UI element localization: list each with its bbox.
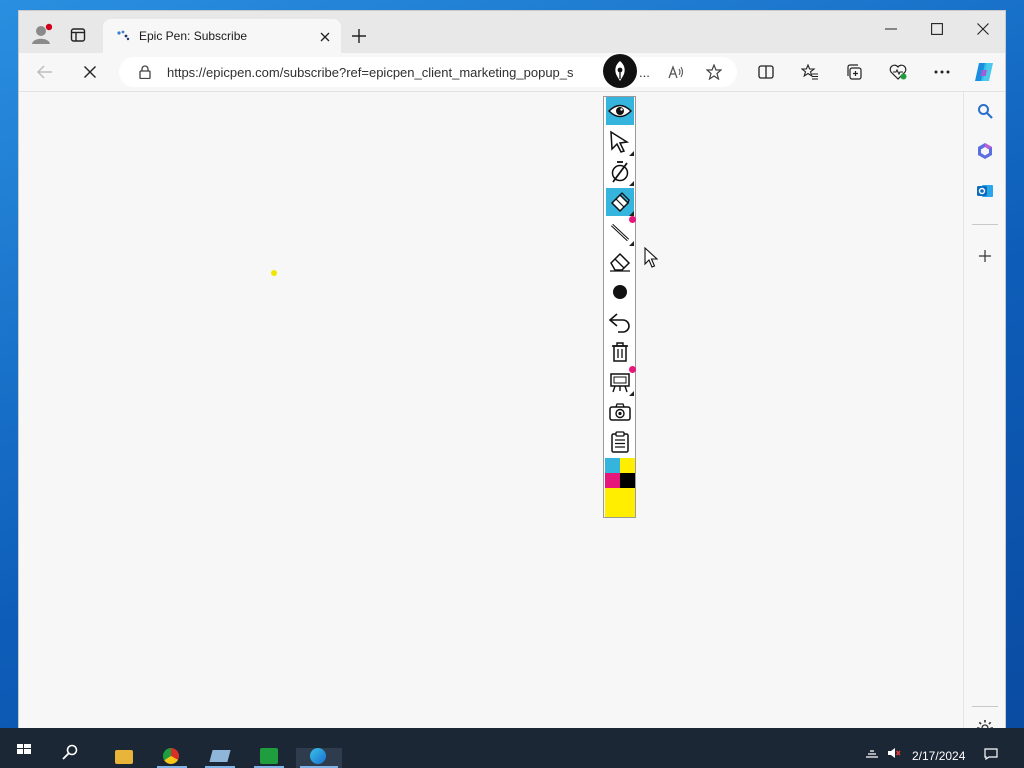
taskbar-date: 2/17/2024 — [912, 749, 966, 763]
page-content-area[interactable] — [19, 92, 963, 746]
microsoft-365-icon[interactable] — [974, 140, 996, 162]
current-color-swatch[interactable] — [605, 488, 635, 517]
epic-pen-logo-icon[interactable] — [603, 54, 637, 88]
title-bar: Epic Pen: Subscribe — [19, 11, 1005, 53]
favorite-star-icon[interactable] — [703, 62, 725, 82]
url-text: https://epicpen.com/subscribe?ref=epicpe… — [167, 65, 574, 80]
epic-pen-dots-icon — [115, 29, 131, 43]
collections-icon[interactable] — [843, 61, 865, 83]
epic-pen-toolbar — [603, 96, 636, 518]
sidebar-divider-bottom — [972, 706, 998, 707]
taskbar-app-icon[interactable] — [201, 748, 239, 768]
taskbar-file-explorer-icon[interactable] — [105, 748, 143, 768]
browser-window: Epic Pen: Subscribe https://epicpen.com/… — [18, 10, 1006, 747]
volume-muted-icon[interactable] — [886, 746, 902, 760]
read-aloud-icon[interactable] — [665, 62, 687, 82]
line-options-indicator — [629, 241, 634, 246]
taskbar-spreadsheet-icon[interactable] — [250, 748, 288, 768]
color-swatch-yellow[interactable] — [620, 458, 635, 473]
mouse-cursor-icon — [644, 246, 659, 269]
pen-options-indicator — [629, 181, 634, 186]
color-swatch-magenta[interactable] — [605, 473, 620, 488]
sidebar-divider — [972, 224, 998, 225]
eye-icon[interactable] — [606, 97, 634, 125]
line-badge-dot — [629, 216, 636, 223]
lock-icon[interactable] — [137, 64, 153, 80]
address-bar[interactable]: https://epicpen.com/subscribe?ref=epicpe… — [119, 57, 737, 87]
favorites-icon[interactable] — [799, 61, 821, 83]
back-icon[interactable] — [33, 61, 57, 83]
start-button-icon[interactable] — [14, 742, 34, 756]
whiteboard-options-indicator — [629, 391, 634, 396]
color-swatch-black[interactable] — [620, 473, 635, 488]
url-ellipsis: ... — [639, 65, 650, 80]
profile-icon[interactable] — [29, 22, 53, 46]
taskbar-chrome-icon[interactable] — [153, 748, 191, 768]
taskbar-edge-icon[interactable] — [296, 748, 342, 768]
whiteboard-icon[interactable] — [606, 366, 636, 396]
stop-loading-icon[interactable] — [79, 61, 101, 83]
new-tab-icon[interactable] — [347, 25, 371, 47]
close-window-icon[interactable] — [969, 17, 997, 41]
clipboard-icon[interactable] — [606, 428, 634, 456]
trash-icon[interactable] — [606, 338, 634, 366]
network-icon[interactable] — [864, 746, 880, 760]
add-sidebar-app-icon[interactable] — [974, 245, 996, 267]
pen-icon[interactable] — [606, 158, 634, 186]
highlighter-icon[interactable] — [606, 188, 634, 216]
split-screen-icon[interactable] — [755, 61, 777, 83]
nav-toolbar: https://epicpen.com/subscribe?ref=epicpe… — [19, 53, 1005, 92]
cursor-options-indicator — [629, 151, 634, 156]
whiteboard-badge-dot — [629, 366, 636, 373]
minimize-icon[interactable] — [877, 17, 905, 41]
undo-icon[interactable] — [606, 308, 634, 336]
brush-size-icon[interactable] — [606, 278, 634, 306]
camera-icon[interactable] — [606, 398, 634, 426]
eraser-icon[interactable] — [606, 248, 634, 276]
copilot-icon[interactable] — [971, 59, 997, 85]
outlook-icon[interactable] — [974, 180, 996, 202]
more-options-icon[interactable] — [931, 61, 953, 83]
edge-sidebar — [963, 92, 1005, 746]
tab-title: Epic Pen: Subscribe — [139, 29, 248, 43]
search-icon[interactable] — [974, 100, 996, 122]
line-icon[interactable] — [606, 216, 636, 246]
close-tab-icon[interactable] — [317, 29, 333, 45]
tab-actions-icon[interactable] — [67, 24, 89, 46]
tab-epic-pen-subscribe[interactable]: Epic Pen: Subscribe — [103, 19, 341, 53]
notification-icon[interactable] — [982, 746, 1000, 762]
browser-essentials-icon[interactable] — [887, 61, 909, 83]
maximize-icon[interactable] — [923, 17, 951, 41]
color-swatch-cyan[interactable] — [605, 458, 620, 473]
cursor-icon[interactable] — [606, 128, 634, 156]
taskbar-search-icon[interactable] — [58, 742, 82, 762]
highlighter-dot — [271, 270, 277, 276]
